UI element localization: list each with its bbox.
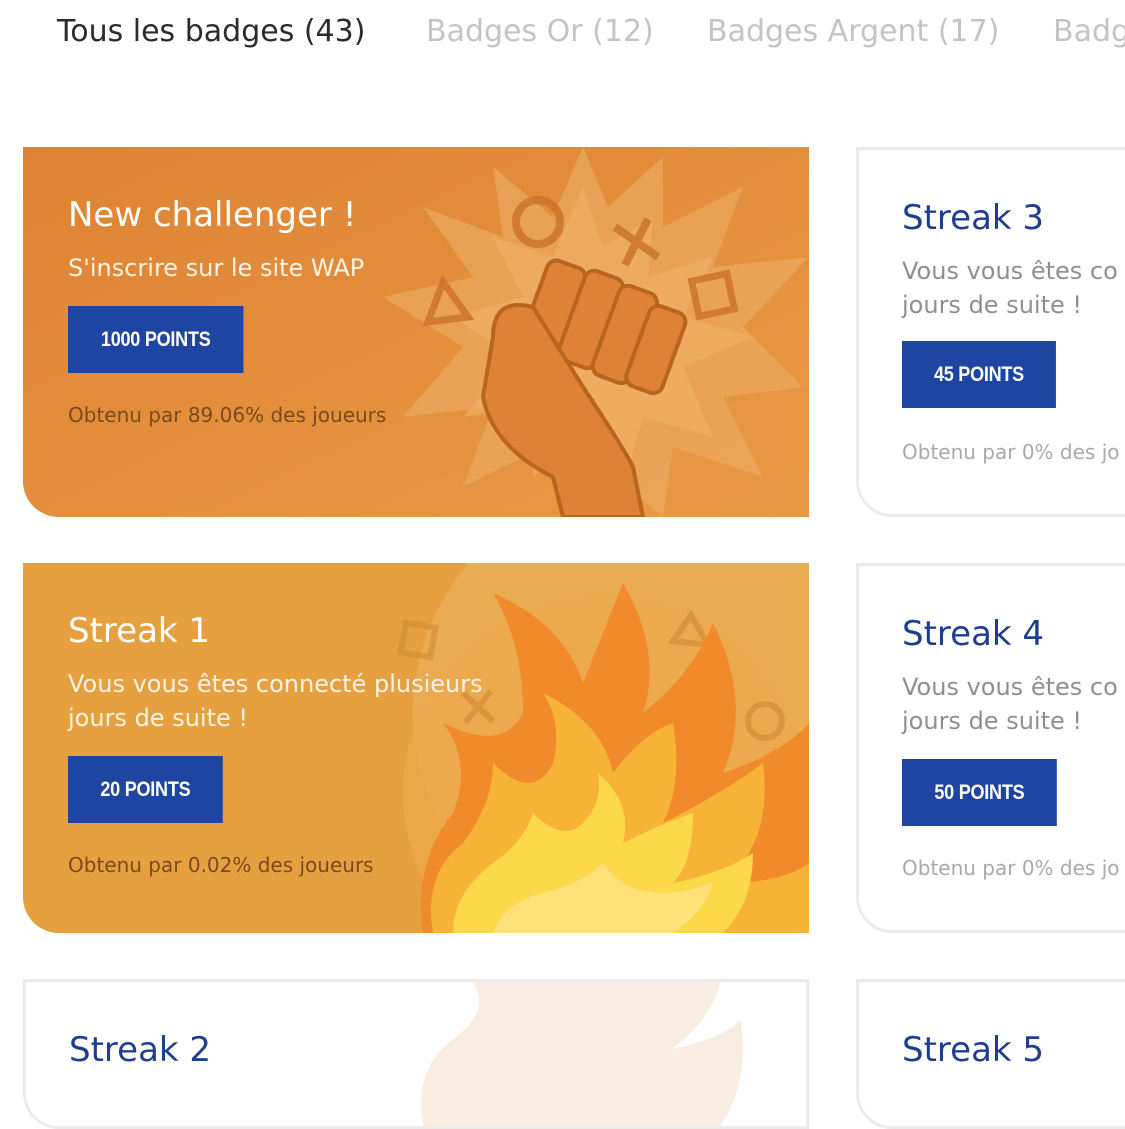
badge-obtained-rate: Obtenu par 89.06% des joueurs (68, 403, 387, 427)
badge-card-streak-2[interactable]: Streak 2 (23, 979, 809, 1129)
points-button[interactable]: 45 POINTS (902, 341, 1056, 408)
points-button[interactable]: 20 POINTS (68, 756, 223, 823)
badge-obtained-rate: Obtenu par 0% des jo (902, 856, 1120, 880)
badge-obtained-rate: Obtenu par 0% des jo (902, 440, 1120, 464)
badge-description: Vous vous êtes co jours de suite ! (902, 257, 1118, 319)
badge-card-new-challenger[interactable]: New challenger ! S'inscrire sur le site … (23, 147, 809, 517)
badge-title: Streak 1 (68, 611, 211, 651)
badge-title: Streak 3 (902, 198, 1045, 238)
badge-title: Streak 2 (69, 1030, 212, 1070)
tab-silver-badges[interactable]: Badges Argent (17) (707, 12, 999, 52)
badge-title: Streak 4 (902, 614, 1045, 654)
badge-card-streak-1[interactable]: Streak 1 Vous vous êtes connecté plusieu… (23, 563, 809, 933)
points-button[interactable]: 50 POINTS (902, 759, 1057, 826)
badge-card-streak-3[interactable]: Streak 3 Vous vous êtes co jours de suit… (856, 147, 1125, 517)
badge-title: New challenger ! (68, 195, 357, 235)
badge-card-streak-5[interactable]: Streak 5 (856, 979, 1125, 1129)
tab-gold-badges[interactable]: Badges Or (12) (426, 12, 654, 52)
badge-title: Streak 5 (902, 1030, 1045, 1070)
tab-all-badges[interactable]: Tous les badges (43) (57, 12, 365, 52)
badge-tabs: Tous les badges (43) Badges Or (12) Badg… (0, 0, 1125, 70)
badge-obtained-rate: Obtenu par 0.02% des joueurs (68, 853, 374, 877)
badge-description: S'inscrire sur le site WAP (68, 254, 365, 282)
badge-card-streak-4[interactable]: Streak 4 Vous vous êtes co jours de suit… (856, 563, 1125, 933)
tab-next-badges[interactable]: Badg (1053, 12, 1125, 52)
badge-description: Vous vous êtes co jours de suite ! (902, 673, 1118, 735)
badge-description: Vous vous êtes connecté plusieurs jours … (68, 670, 483, 732)
points-button[interactable]: 1000 POINTS (68, 306, 244, 373)
